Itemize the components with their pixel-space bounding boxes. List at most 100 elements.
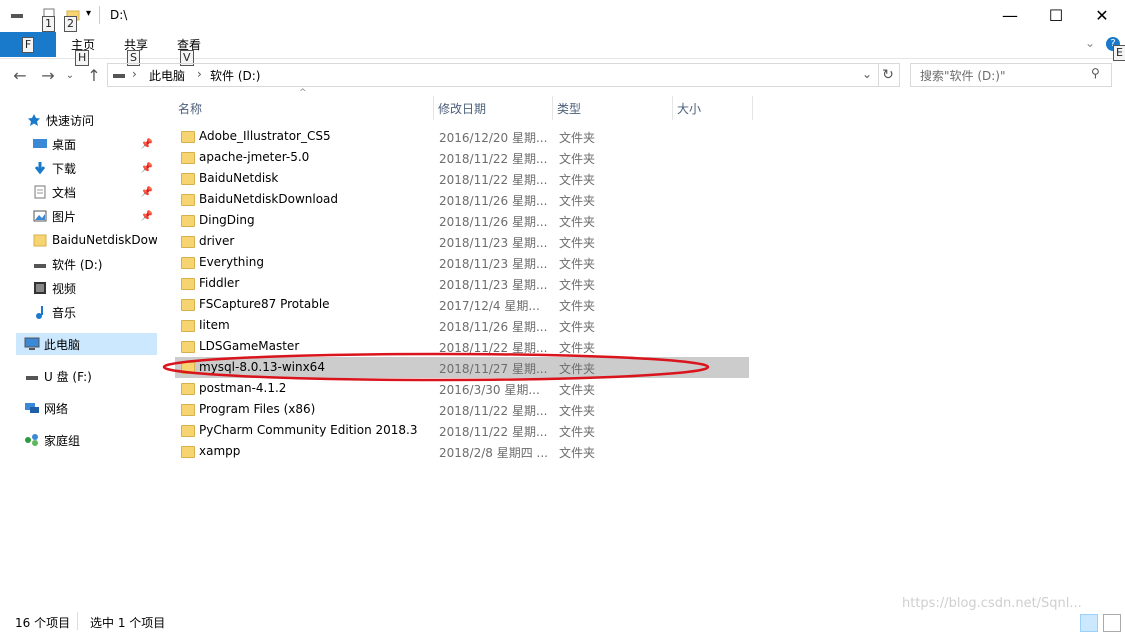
sidebar-item-videos[interactable]: 视频 (32, 277, 157, 299)
table-row[interactable]: driver 2018/11/23 星期... 文件夹 (175, 231, 749, 252)
address-bar[interactable]: › 此电脑 › 软件 (D:) ⌄ (107, 63, 879, 87)
file-name[interactable]: Adobe_Illustrator_CS5 (199, 129, 331, 143)
sidebar-item-desktop[interactable]: 桌面 📌 (32, 133, 157, 155)
ribbon-expand-icon[interactable]: ⌄ (1085, 36, 1095, 50)
pin-icon[interactable]: 📌 (141, 139, 153, 150)
sidebar-item-label: 音乐 (52, 305, 77, 320)
sidebar-item-drive-d[interactable]: 软件 (D:) (32, 253, 157, 275)
download-icon (32, 160, 48, 176)
breadcrumb-this-pc[interactable]: 此电脑 (149, 67, 185, 84)
details-view-icon[interactable] (1080, 614, 1098, 632)
file-type: 文件夹 (559, 236, 596, 250)
breadcrumb-drive-d[interactable]: 软件 (D:) (210, 67, 260, 84)
column-header-type[interactable]: 类型 (553, 96, 673, 120)
quick-access-dropdown-icon[interactable]: ▾ (86, 8, 91, 19)
breadcrumb-separator-icon[interactable]: › (197, 67, 202, 81)
sidebar-item-pictures[interactable]: 图片 📌 (32, 205, 157, 227)
sidebar-item-network[interactable]: 网络 (24, 397, 155, 419)
sidebar-item-quick-access[interactable]: 快速访问 (26, 109, 163, 131)
file-name[interactable]: Program Files (x86) (199, 402, 315, 416)
table-row[interactable]: apache-jmeter-5.0 2018/11/22 星期... 文件夹 (175, 147, 749, 168)
file-name[interactable]: BaiduNetdiskDownload (199, 192, 338, 206)
drive-icon[interactable] (10, 8, 24, 22)
file-date: 2017/12/4 星期... (439, 299, 540, 313)
table-row[interactable]: FSCapture87 Protable 2017/12/4 星期... 文件夹 (175, 294, 749, 315)
file-date: 2018/11/26 星期... (439, 215, 548, 229)
file-date: 2016/12/20 星期... (439, 131, 548, 145)
file-name[interactable]: xampp (199, 444, 240, 458)
maximize-button[interactable]: ☐ (1033, 0, 1079, 30)
close-button[interactable]: ✕ (1079, 0, 1125, 30)
file-date: 2018/11/22 星期... (439, 425, 548, 439)
file-name[interactable]: Fiddler (199, 276, 239, 290)
drive-icon (32, 256, 48, 272)
table-row[interactable]: Fiddler 2018/11/23 星期... 文件夹 (175, 273, 749, 294)
file-name[interactable]: FSCapture87 Protable (199, 297, 330, 311)
table-row[interactable]: xampp 2018/2/8 星期四 ... 文件夹 (175, 441, 749, 462)
video-icon (32, 280, 48, 296)
recent-locations-icon[interactable]: ⌄ (63, 64, 77, 86)
keytip-f: F (21, 36, 35, 53)
file-tab[interactable]: F (0, 32, 56, 57)
file-type: 文件夹 (559, 173, 596, 187)
sidebar-item-label: 图片 (52, 209, 77, 224)
sidebar-item-homegroup[interactable]: 家庭组 (24, 429, 155, 451)
file-date: 2018/11/22 星期... (439, 152, 548, 166)
sidebar-item-music[interactable]: 音乐 (32, 301, 157, 323)
column-header-date[interactable]: 修改日期 (434, 96, 553, 120)
file-type: 文件夹 (559, 278, 596, 292)
table-row[interactable]: BaiduNetdisk 2018/11/22 星期... 文件夹 (175, 168, 749, 189)
file-name[interactable]: DingDing (199, 213, 255, 227)
keytip-2: 2 (64, 16, 77, 32)
pin-icon[interactable]: 📌 (141, 163, 153, 174)
sidebar-item-label: 家庭组 (44, 433, 81, 448)
sidebar-item-label: 桌面 (52, 137, 77, 152)
sidebar-item-documents[interactable]: 文档 📌 (32, 181, 157, 203)
up-button[interactable]: ↑ (83, 64, 105, 86)
back-button[interactable]: ← (9, 64, 31, 86)
sidebar-item-label: 文档 (52, 185, 77, 200)
document-icon (32, 184, 48, 200)
table-row[interactable]: PyCharm Community Edition 2018.3 2018/11/… (175, 420, 749, 441)
pin-icon[interactable]: 📌 (141, 211, 153, 222)
ribbon-tabs (0, 32, 1125, 59)
table-row[interactable]: DingDing 2018/11/26 星期... 文件夹 (175, 210, 749, 231)
sidebar-item-this-pc[interactable]: 此电脑 (24, 333, 155, 355)
watermark: https://blog.csdn.net/Sqnl... (902, 596, 1082, 611)
minimize-button[interactable]: — (987, 0, 1033, 30)
sidebar-item-baidunetdiskdow[interactable]: BaiduNetdiskDow (32, 229, 157, 251)
file-name[interactable]: Iitem (199, 318, 230, 332)
refresh-button[interactable]: ↻ (877, 63, 900, 87)
file-name[interactable]: BaiduNetdisk (199, 171, 278, 185)
pin-icon[interactable]: 📌 (141, 187, 153, 198)
folder-icon (181, 383, 195, 395)
table-row[interactable]: BaiduNetdiskDownload 2018/11/26 星期... 文件夹 (175, 189, 749, 210)
sidebar-item-label: 软件 (D:) (52, 257, 103, 272)
sidebar-item-label: 下载 (52, 161, 77, 176)
sidebar-item-downloads[interactable]: 下载 📌 (32, 157, 157, 179)
usb-icon (24, 368, 40, 384)
search-input[interactable]: 搜索"软件 (D:)" ⚲ (910, 63, 1112, 87)
folder-icon (181, 299, 195, 311)
forward-button[interactable]: → (37, 64, 59, 86)
table-row[interactable]: Adobe_Illustrator_CS5 2016/12/20 星期... 文件夹 (175, 126, 749, 147)
sidebar-item-label: 视频 (52, 281, 77, 296)
table-row[interactable]: Program Files (x86) 2018/11/22 星期... 文件夹 (175, 399, 749, 420)
table-row[interactable]: Everything 2018/11/23 星期... 文件夹 (175, 252, 749, 273)
breadcrumb-separator-icon[interactable]: › (132, 67, 137, 81)
table-row[interactable]: Iitem 2018/11/26 星期... 文件夹 (175, 315, 749, 336)
sidebar-item-label: U 盘 (F:) (44, 369, 92, 384)
file-date: 2018/11/22 星期... (439, 404, 548, 418)
file-name[interactable]: apache-jmeter-5.0 (199, 150, 309, 164)
column-header-name[interactable]: 名称 (174, 96, 434, 120)
file-name[interactable]: Everything (199, 255, 264, 269)
file-name[interactable]: PyCharm Community Edition 2018.3 (199, 423, 418, 437)
address-dropdown-icon[interactable]: ⌄ (862, 67, 872, 81)
file-type: 文件夹 (559, 257, 596, 271)
column-header-size[interactable]: 大小 (673, 96, 753, 120)
folder-icon (181, 425, 195, 437)
sidebar-item-usb-f[interactable]: U 盘 (F:) (24, 365, 155, 387)
file-name[interactable]: driver (199, 234, 234, 248)
sidebar-item-label: 此电脑 (44, 337, 81, 352)
large-icons-view-icon[interactable] (1103, 614, 1121, 632)
